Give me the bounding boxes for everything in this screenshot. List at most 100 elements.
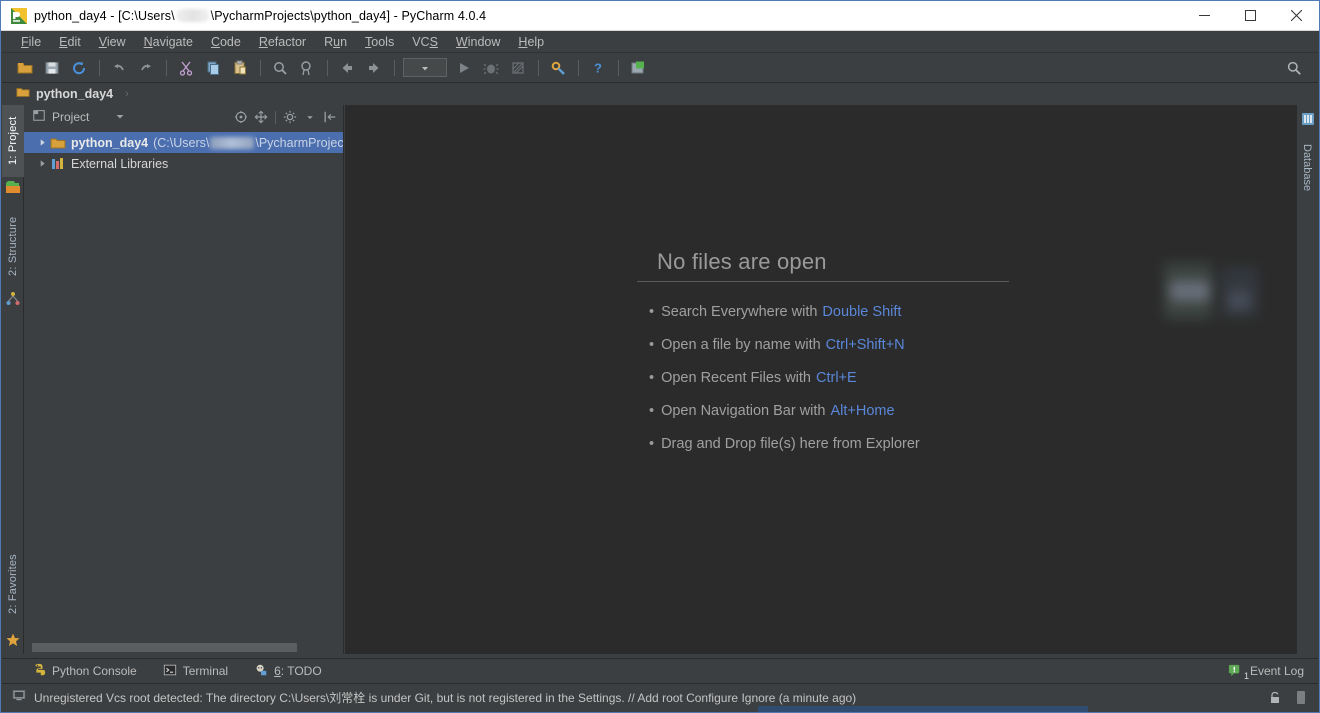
hint-open-navigation-bar: • Open Navigation Bar with Alt+Home [649, 403, 895, 419]
settings-gear-icon[interactable] [281, 108, 299, 126]
toolwindow-todo[interactable]: 6: TODO [254, 663, 322, 680]
navigate-forward-icon[interactable] [361, 56, 386, 80]
python-console-icon [32, 663, 46, 680]
toolwindow-terminal[interactable]: Terminal [163, 663, 228, 680]
menu-window[interactable]: Window [447, 33, 509, 51]
status-bar: Unregistered Vcs root detected: The dire… [2, 683, 1318, 711]
title-bar: python_day4 - [C:\Users\ \PycharmProjects… [1, 1, 1319, 31]
chevron-down-icon[interactable] [301, 108, 319, 126]
copy-icon[interactable] [200, 56, 225, 80]
open-folder-icon[interactable] [12, 56, 37, 80]
expand-arrow-icon[interactable] [34, 138, 50, 147]
menu-code[interactable]: Code [202, 33, 250, 51]
paste-icon[interactable] [227, 56, 252, 80]
menu-tools[interactable]: Tools [356, 33, 403, 51]
menu-edit[interactable]: Edit [50, 33, 90, 51]
sidebar-item-database[interactable]: Database [1296, 131, 1318, 205]
coverage-icon[interactable] [505, 56, 530, 80]
debug-icon[interactable] [478, 56, 503, 80]
scroll-from-source-icon[interactable] [232, 108, 250, 126]
folder-icon [50, 135, 66, 151]
event-log-area[interactable]: 1 Event Log [1228, 663, 1304, 681]
sidebar-item-structure[interactable]: 2: Structure [2, 205, 24, 287]
menu-refactor[interactable]: Refactor [250, 33, 315, 51]
sidebar-item-favorites[interactable]: 2: Favorites [2, 542, 24, 626]
chevron-down-icon[interactable] [115, 108, 125, 126]
lock-icon[interactable] [1268, 690, 1282, 706]
left-tool-window-strip: 1: Project 2: Structure 2: Favorites [2, 105, 24, 654]
right-tool-window-strip: Database [1296, 105, 1318, 654]
tree-node-python-day4[interactable]: python_day4 (C:\Users\\PycharmProjects\ [24, 132, 343, 153]
menu-help[interactable]: Help [509, 33, 553, 51]
panel-divider [275, 110, 276, 124]
bullet-icon: • [649, 403, 655, 419]
search-icon[interactable] [1282, 56, 1306, 80]
window-title: python_day4 - [C:\Users\ \PycharmProjects… [34, 8, 487, 23]
project-tool-window: Project python_day4 (C:\Users\ \PycharmP… [24, 105, 344, 654]
menu-vcs[interactable]: VCS [403, 33, 447, 51]
project-panel-title: Project [52, 110, 90, 124]
run-configuration-selector[interactable] [403, 58, 447, 77]
memory-icon[interactable] [1294, 690, 1308, 706]
toolbar-separator [260, 59, 261, 76]
find-icon[interactable] [267, 56, 292, 80]
tree-node-label: python_day4 [71, 135, 149, 150]
menu-run[interactable]: Run [315, 33, 356, 51]
menu-file[interactable]: File [12, 33, 50, 51]
tree-node-path: (C:\Users\\PycharmProjects\ [153, 135, 343, 150]
structure-icon [5, 291, 21, 307]
project-tree: python_day4 (C:\Users\\PycharmProjects\ … [24, 129, 343, 640]
project-panel-scrollbar[interactable] [24, 640, 343, 654]
toolbar-separator [538, 59, 539, 76]
bullet-icon: • [649, 304, 655, 320]
breadcrumb[interactable]: python_day4 › [16, 85, 129, 104]
tree-node-external-libraries[interactable]: External Libraries [24, 153, 343, 174]
library-icon [50, 156, 66, 172]
tool-tab-label: Database [1301, 144, 1313, 192]
info-icon [12, 688, 26, 707]
settings-icon[interactable] [545, 56, 570, 80]
update-icon[interactable] [625, 56, 650, 80]
status-bar-right [1268, 690, 1308, 706]
collapse-all-icon[interactable] [252, 108, 270, 126]
event-log-label[interactable]: Event Log [1250, 664, 1304, 678]
minimize-window-button[interactable] [1181, 1, 1227, 31]
expand-arrow-icon[interactable] [34, 159, 50, 168]
replace-icon[interactable] [294, 56, 319, 80]
scrollbar-thumb[interactable] [32, 643, 297, 652]
run-icon[interactable] [451, 56, 476, 80]
synchronize-icon[interactable] [66, 56, 91, 80]
username-redaction [210, 136, 255, 149]
hint-open-file-by-name: • Open a file by name with Ctrl+Shift+N [649, 337, 905, 353]
hide-panel-icon[interactable] [321, 108, 339, 126]
pycharm-logo-icon [11, 7, 27, 24]
help-icon[interactable]: ? [585, 56, 610, 80]
taskbar-overlap-strip [758, 706, 1088, 712]
toolbar-separator [618, 59, 619, 76]
close-window-button[interactable] [1273, 1, 1319, 31]
toolwindow-python-console[interactable]: Python Console [32, 663, 137, 680]
toolbar-separator [99, 59, 100, 76]
scrollbar-track[interactable] [32, 643, 335, 652]
save-all-icon[interactable] [39, 56, 64, 80]
bottom-tool-window-bar: Python Console Terminal 6: TODO 1 Event … [2, 658, 1318, 683]
undo-icon[interactable] [106, 56, 131, 80]
chevron-down-icon [422, 66, 428, 70]
redo-icon[interactable] [133, 56, 158, 80]
sidebar-item-project[interactable]: 1: Project [2, 105, 24, 177]
main-toolbar: ? [2, 53, 1318, 83]
bullet-icon: • [649, 337, 655, 353]
shortcut-key: Ctrl+E [815, 370, 857, 386]
bullet-icon: • [649, 370, 655, 386]
navigation-bar: python_day4 › [2, 83, 1318, 105]
navigate-back-icon[interactable] [334, 56, 359, 80]
toolwindow-label: Terminal [182, 664, 229, 678]
tool-tab-label: 1: Project [7, 116, 19, 166]
menu-view[interactable]: View [90, 33, 135, 51]
terminal-icon [163, 663, 177, 680]
maximize-window-button[interactable] [1227, 1, 1273, 31]
cut-icon[interactable] [173, 56, 198, 80]
menu-navigate[interactable]: Navigate [135, 33, 202, 51]
project-panel-header: Project [24, 105, 343, 129]
status-message[interactable]: Unregistered Vcs root detected: The dire… [34, 689, 856, 706]
